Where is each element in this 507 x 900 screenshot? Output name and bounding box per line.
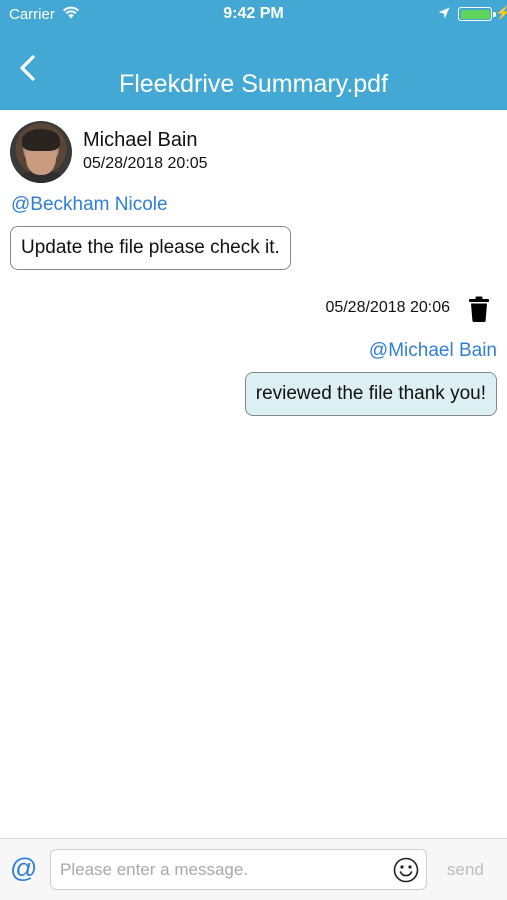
smiley-icon[interactable]	[393, 857, 419, 883]
message-input[interactable]	[50, 849, 427, 890]
status-time: 9:42 PM	[223, 5, 284, 22]
trash-icon[interactable]	[468, 296, 490, 322]
mention-link[interactable]: @Michael Bain	[369, 340, 497, 362]
message-composer: @ send	[0, 838, 507, 900]
send-button[interactable]: send	[447, 860, 484, 880]
message-timestamp: 05/28/2018 20:05	[83, 155, 208, 172]
page-title: Fleekdrive Summary.pdf	[118, 70, 389, 98]
avatar[interactable]	[10, 121, 72, 183]
charging-icon: ⚡	[495, 5, 507, 20]
location-arrow-icon	[438, 7, 450, 19]
message-timestamp: 05/28/2018 20:06	[325, 299, 450, 316]
app-header: Carrier 9:42 PM ⚡ Fleekdrive Summary.pdf	[0, 0, 507, 110]
sender-name: Michael Bain	[83, 129, 198, 151]
message-bubble: reviewed the file thank you!	[244, 372, 497, 416]
status-bar: Carrier 9:42 PM ⚡	[0, 0, 507, 28]
mention-link[interactable]: @Beckham Nicole	[11, 194, 168, 216]
battery-icon	[458, 7, 496, 21]
mention-button[interactable]: @	[10, 853, 37, 884]
message-bubble: Update the file please check it.	[10, 226, 291, 270]
